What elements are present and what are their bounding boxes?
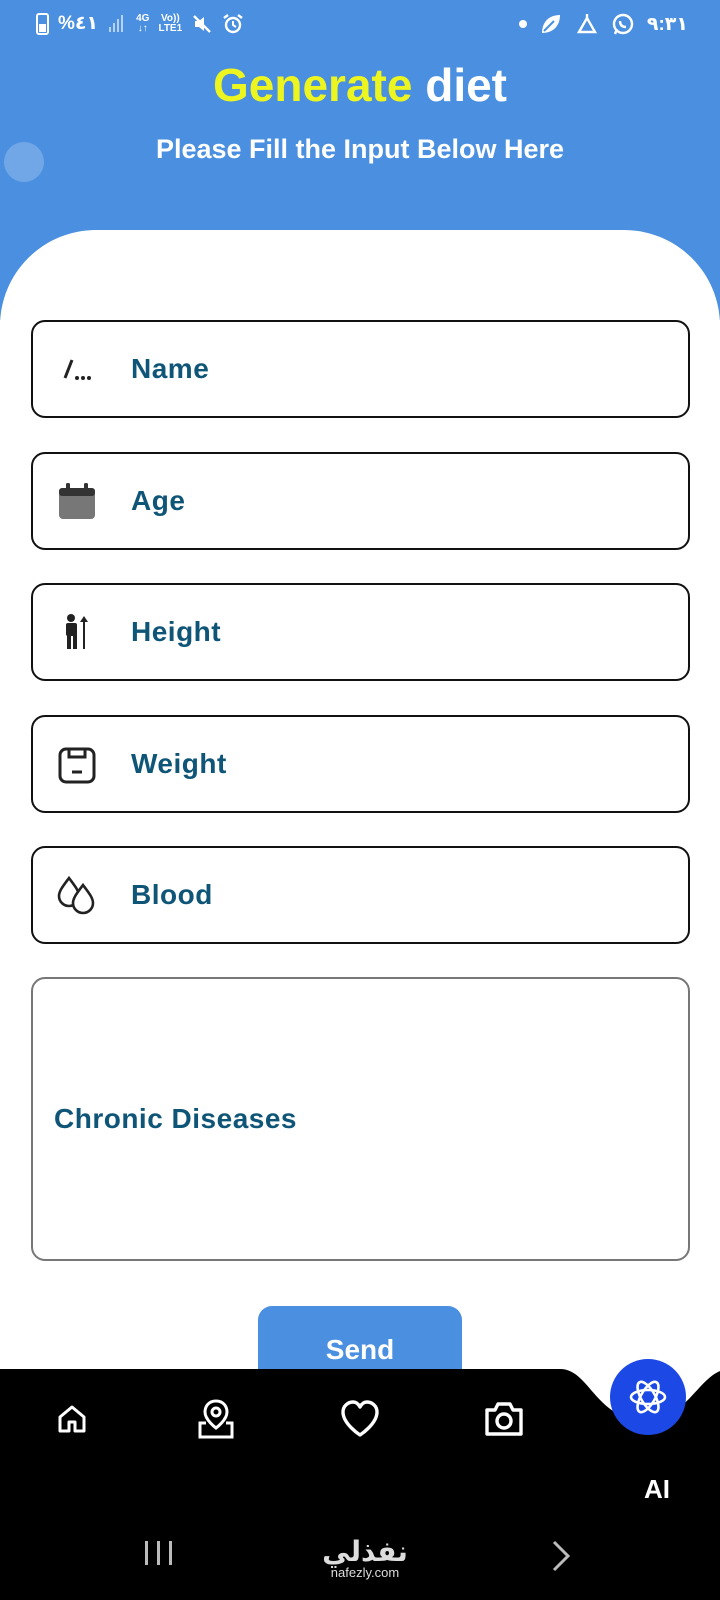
age-field-label: Age — [131, 485, 186, 516]
mute-icon — [193, 14, 212, 33]
back-chevron-icon[interactable] — [548, 1538, 574, 1574]
calendar-icon — [55, 479, 99, 523]
heart-icon — [341, 1400, 379, 1437]
whatsapp-icon — [612, 13, 634, 35]
ai-label: AI — [644, 1474, 670, 1504]
clock: ٩:٣١ — [646, 13, 688, 35]
map-pin-icon — [198, 1399, 234, 1439]
recents-button[interactable] — [145, 1541, 172, 1565]
page-title: Generate diet — [0, 58, 720, 112]
weight-field[interactable]: Weight — [31, 715, 690, 813]
leaf-icon — [541, 15, 560, 33]
battery-icon — [36, 12, 49, 35]
text-cursor-icon — [55, 347, 99, 391]
height-field-label: Height — [131, 616, 222, 647]
title-accent: Generate — [213, 59, 413, 111]
camera-icon — [485, 1402, 523, 1436]
person-height-icon — [55, 610, 99, 654]
status-bar: %٤١ 4G ↓↑ Vo)) LTE1 ٩:٣١ — [0, 0, 720, 52]
title-rest: diet — [425, 59, 507, 111]
nav-favorites[interactable] — [334, 1393, 386, 1445]
blood-drops-icon — [55, 873, 99, 917]
status-left: %٤١ 4G ↓↑ Vo)) LTE1 — [36, 12, 244, 35]
watermark: نفذلي nafezly.com — [310, 1538, 420, 1580]
page-subtitle: Please Fill the Input Below Here — [155, 134, 565, 164]
height-field[interactable]: Height — [31, 583, 690, 681]
ai-button[interactable] — [610, 1359, 686, 1435]
status-right: ٩:٣١ — [518, 12, 688, 36]
home-icon — [58, 1405, 86, 1433]
blood-field[interactable]: Blood — [31, 846, 690, 944]
scale-icon — [55, 742, 99, 786]
name-field[interactable]: Name — [31, 320, 690, 418]
name-field-label: Name — [131, 353, 210, 384]
battery-percent: %٤١ — [58, 13, 99, 34]
home-arrival-icon — [576, 14, 597, 34]
chronic-diseases-label: Chronic Diseases — [54, 1103, 297, 1134]
chronic-diseases-field[interactable]: Chronic Diseases — [31, 977, 690, 1261]
network-type: 4G ↓↑ — [136, 12, 150, 34]
nav-home[interactable] — [46, 1393, 98, 1445]
openai-icon — [629, 1380, 667, 1414]
signal-icon — [109, 14, 124, 32]
nav-map[interactable] — [190, 1393, 242, 1445]
blood-field-label: Blood — [131, 879, 213, 910]
age-field[interactable]: Age — [31, 452, 690, 550]
watermark-arabic: نفذلي — [322, 1535, 408, 1568]
notification-dot-icon — [518, 20, 527, 28]
nav-camera[interactable] — [478, 1393, 530, 1445]
alarm-icon — [223, 13, 243, 33]
volte-indicator: Vo)) LTE1 — [158, 12, 183, 34]
watermark-domain: nafezly.com — [330, 1565, 400, 1580]
weight-field-label: Weight — [131, 748, 227, 779]
